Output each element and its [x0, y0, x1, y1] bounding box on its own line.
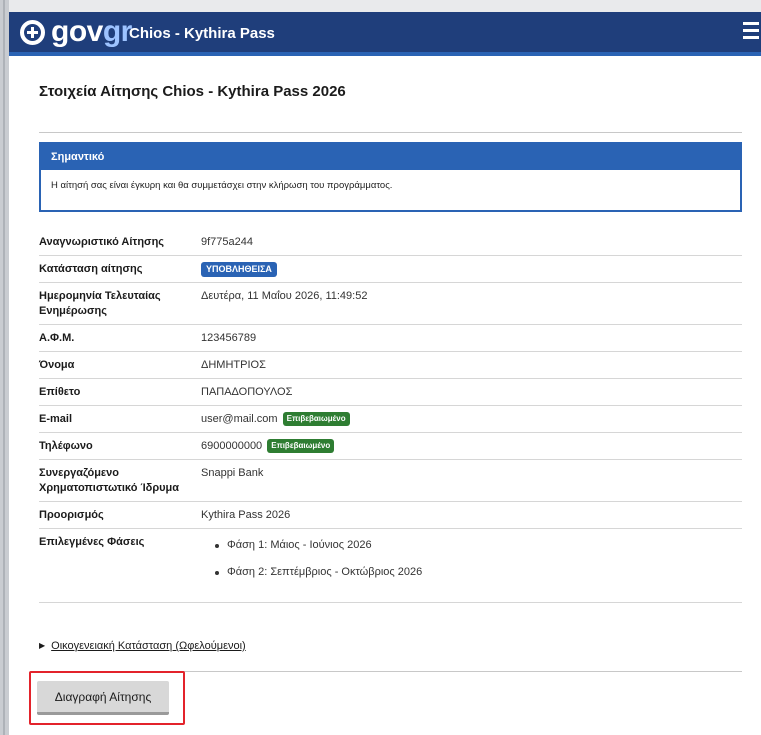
govgr-logo[interactable]: govgr — [51, 14, 132, 50]
row-label: Ημερομηνία Τελευταίας Ενημέρωσης — [39, 282, 201, 325]
table-row: Συνεργαζόμενο Χρηματοπιστωτικό Ίδρυμα Sn… — [39, 459, 742, 502]
afm-value: 123456789 — [201, 324, 742, 352]
row-label: Συνεργαζόμενο Χρηματοπιστωτικό Ίδρυμα — [39, 459, 201, 502]
phone-value: 6900000000 — [201, 440, 263, 452]
app-title[interactable]: Chios - Kythira Pass — [129, 24, 275, 44]
row-label: Προορισμός — [39, 501, 201, 529]
greek-emblem-icon — [20, 20, 45, 45]
divider — [39, 132, 742, 133]
destination-value: Kythira Pass 2026 — [201, 501, 742, 529]
first-name-value: ΔΗΜΗΤΡΙΟΣ — [201, 351, 742, 379]
row-label: Επίθετο — [39, 378, 201, 406]
family-status-toggle[interactable]: ▶ Οικογενειακή Κατάσταση (Ωφελούμενοι) — [39, 639, 246, 653]
disclosure-triangle-icon: ▶ — [39, 641, 46, 650]
row-label: Κατάσταση αίτησης — [39, 255, 201, 283]
row-label: Επιλεγμένες Φάσεις — [39, 528, 201, 603]
window-frame-left — [0, 0, 9, 735]
verified-badge: Επιβεβαιωμένο — [267, 439, 335, 453]
application-id-value: 9f775a244 — [201, 229, 742, 256]
page-title: Στοιχεία Αίτησης Chios - Kythira Pass 20… — [39, 83, 346, 100]
table-row: Επιλεγμένες Φάσεις Φάση 1: Μάιος - Ιούνι… — [39, 528, 742, 603]
table-row: Προορισμός Kythira Pass 2026 — [39, 501, 742, 529]
row-label: Αναγνωριστικό Αίτησης — [39, 229, 201, 256]
hamburger-icon[interactable] — [743, 22, 759, 40]
last-updated-value: Δευτέρα, 11 Μαΐου 2026, 11:49:52 — [201, 282, 742, 325]
verified-badge: Επιβεβαιωμένο — [282, 412, 350, 426]
row-label: Όνομα — [39, 351, 201, 379]
table-row: Όνομα ΔΗΜΗΤΡΙΟΣ — [39, 351, 742, 379]
email-value: user@mail.com — [201, 413, 278, 425]
delete-application-button[interactable]: Διαγραφή Αίτησης — [37, 681, 169, 715]
application-details-table: Αναγνωριστικό Αίτησης 9f775a244 Κατάστασ… — [39, 229, 742, 603]
table-row: Κατάσταση αίτησης ΥΠΟΒΛΗΘΕΙΣΑ — [39, 255, 742, 283]
table-row: Επίθετο ΠΑΠΑΔΟΠΟΥΛΟΣ — [39, 378, 742, 406]
notice-heading: Σημαντικό — [41, 144, 740, 170]
row-label: E-mail — [39, 405, 201, 433]
bank-value: Snappi Bank — [201, 459, 742, 502]
table-row: Α.Φ.Μ. 123456789 — [39, 324, 742, 352]
selected-phases-list: Φάση 1: Μάιος - Ιούνιος 2026 Φάση 2: Σεπ… — [201, 538, 742, 580]
table-row: Ημερομηνία Τελευταίας Ενημέρωσης Δευτέρα… — [39, 282, 742, 325]
family-status-link[interactable]: Οικογενειακή Κατάσταση (Ωφελούμενοι) — [51, 640, 246, 652]
list-item: Φάση 2: Σεπτέμβριος - Οκτώβριος 2026 — [215, 565, 742, 580]
window-frame-top — [9, 0, 761, 12]
row-label: Τηλέφωνο — [39, 432, 201, 460]
list-item: Φάση 1: Μάιος - Ιούνιος 2026 — [215, 538, 742, 553]
table-row: Αναγνωριστικό Αίτησης 9f775a244 — [39, 229, 742, 256]
row-label: Α.Φ.Μ. — [39, 324, 201, 352]
table-row: Τηλέφωνο 6900000000 Επιβεβαιωμένο — [39, 432, 742, 460]
notice-text: Η αίτησή σας είναι έγκυρη και θα συμμετά… — [51, 180, 393, 191]
status-badge: ΥΠΟΒΛΗΘΕΙΣΑ — [201, 262, 277, 277]
table-row: E-mail user@mail.com Επιβεβαιωμένο — [39, 405, 742, 433]
important-notice: Σημαντικό Η αίτησή σας είναι έγκυρη και … — [39, 142, 742, 212]
surname-value: ΠΑΠΑΔΟΠΟΥΛΟΣ — [201, 378, 742, 406]
top-header-bar: govgr Chios - Kythira Pass — [9, 12, 761, 56]
